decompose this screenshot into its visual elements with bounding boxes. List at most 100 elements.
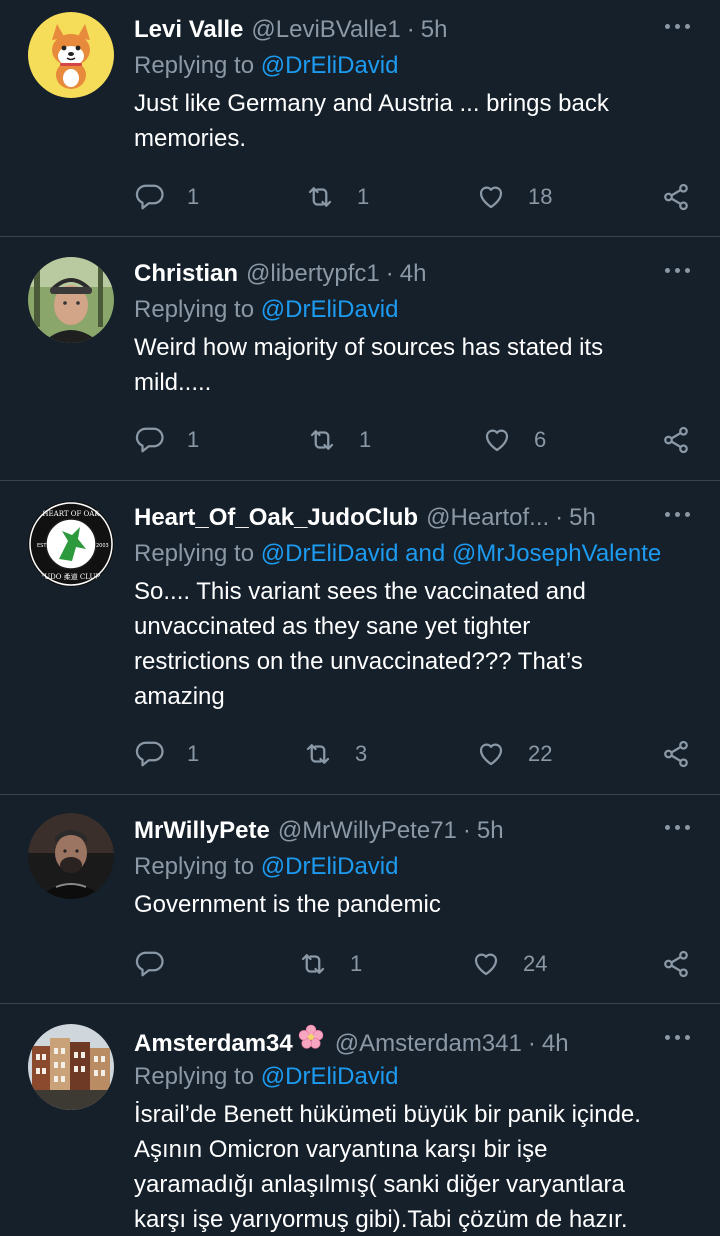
club-logo: HEART OF OAK JUDO 柔道 CLUB EST 2003 — [28, 501, 114, 587]
replying-to: Replying to @DrEliDavid — [134, 1059, 696, 1097]
tweet-text-line: karşı işe yarıyormuş gibi).Tabi çözüm de… — [134, 1206, 628, 1233]
more-icon[interactable] — [660, 1023, 696, 1053]
replying-to-label: Replying to — [134, 296, 261, 323]
retweet-button[interactable]: 3 — [303, 734, 367, 774]
retweet-button[interactable]: 1 — [298, 944, 362, 984]
retweet-icon — [301, 954, 325, 974]
tweet[interactable]: MrWillyPete @MrWillyPete71 · 5h Replying… — [0, 795, 720, 1004]
reply-count: 1 — [187, 184, 200, 209]
reply-count: 1 — [187, 741, 200, 766]
avatar[interactable] — [28, 813, 114, 899]
tweet-header: Amsterdam34 @Amsterdam341 · 4h — [134, 1023, 696, 1059]
like-count: 6 — [534, 427, 547, 452]
replying-to-label: Replying to — [134, 52, 261, 79]
author-handle[interactable]: @Heartof... — [426, 500, 549, 536]
timestamp[interactable]: 5h — [569, 500, 596, 536]
share-icon — [664, 950, 688, 978]
more-icon[interactable] — [660, 12, 696, 42]
avatar[interactable] — [28, 257, 114, 343]
reply-icon — [135, 184, 164, 210]
retweet-icon — [310, 430, 334, 450]
action-bar: 1 1 6 — [0, 420, 720, 460]
reply-button[interactable]: 1 — [135, 734, 199, 774]
separator-dot: · — [527, 1030, 536, 1057]
author-name[interactable]: Levi Valle — [134, 12, 243, 48]
tweet-text-line: Weird how majority of sources has stated… — [134, 334, 604, 361]
profile-photo — [28, 257, 114, 343]
author-name[interactable]: Amsterdam34 — [134, 1026, 293, 1062]
share-button[interactable] — [661, 420, 691, 460]
author-name[interactable]: MrWillyPete — [134, 813, 270, 849]
logo-text-right: 2003 — [96, 543, 109, 549]
timestamp[interactable]: 4h — [542, 1026, 569, 1062]
share-button[interactable] — [661, 944, 691, 984]
heart-icon — [474, 953, 498, 976]
logo-text-bottom: JUDO 柔道 CLUB — [40, 572, 100, 581]
logo-text-top: HEART OF OAK — [42, 510, 100, 518]
replying-to-label: Replying to — [134, 853, 261, 880]
more-icon[interactable] — [660, 500, 696, 530]
mention-link[interactable]: @DrEliDavid — [261, 52, 399, 79]
tweet[interactable]: Amsterdam34 @Amsterdam341 · 4h Replying … — [0, 1004, 720, 1236]
mention-link[interactable]: @DrEliDavid — [261, 1063, 399, 1090]
reply-button[interactable]: 1 — [135, 420, 199, 460]
reply-count: 1 — [187, 427, 200, 452]
like-button[interactable]: 18 — [476, 177, 552, 217]
reply-button[interactable] — [135, 944, 165, 984]
share-icon — [664, 740, 688, 768]
like-button[interactable]: 22 — [476, 734, 552, 774]
canal-houses-photo — [28, 1024, 114, 1110]
author-name[interactable]: Heart_Of_Oak_JudoClub — [134, 500, 418, 536]
tweet-header: Heart_Of_Oak_JudoClub @Heartof... · 5h — [134, 500, 696, 536]
mention-link[interactable]: @DrEliDavid — [261, 853, 399, 880]
retweet-count: 1 — [357, 184, 370, 209]
retweet-count: 1 — [359, 427, 372, 452]
mention-link[interactable]: @DrEliDavid — [261, 296, 399, 323]
tweet-text-line: memories. — [134, 125, 247, 152]
more-icon[interactable] — [660, 256, 696, 286]
tweet-header: MrWillyPete @MrWillyPete71 · 5h — [134, 813, 696, 849]
tweet-text-line: So.... This variant sees the vaccinated … — [134, 578, 586, 605]
tweet-text-line: Government is the pandemic — [134, 891, 441, 918]
author-name[interactable]: Christian — [134, 256, 238, 292]
avatar[interactable] — [28, 1024, 114, 1110]
share-button[interactable] — [661, 734, 691, 774]
reply-button[interactable]: 1 — [135, 177, 199, 217]
heart-icon — [485, 429, 509, 452]
action-bar: 1 24 — [0, 944, 720, 984]
tweet[interactable]: HEART OF OAK JUDO 柔道 CLUB EST 2003 Heart… — [0, 481, 720, 795]
author-handle[interactable]: @libertypfc1 — [246, 256, 380, 292]
author-handle[interactable]: @LeviBValle1 — [251, 12, 400, 48]
tweet-header: Levi Valle @LeviBValle1 · 5h — [134, 12, 696, 48]
like-button[interactable]: 24 — [471, 944, 547, 984]
timestamp[interactable]: 5h — [421, 12, 448, 48]
retweet-count: 3 — [355, 741, 368, 766]
tweet-text: Just like Germany and Austria ... brings… — [134, 86, 696, 156]
avatar[interactable] — [28, 12, 114, 98]
retweet-button[interactable]: 1 — [305, 177, 369, 217]
more-icon[interactable] — [660, 813, 696, 843]
separator-dot: · — [406, 16, 415, 43]
share-button[interactable] — [661, 177, 691, 217]
author-handle[interactable]: @MrWillyPete71 — [278, 813, 457, 849]
tweet[interactable]: Christian @libertypfc1 · 4h Replying to … — [0, 237, 720, 481]
tweet[interactable]: Levi Valle @LeviBValle1 · 5h Replying to… — [0, 0, 720, 237]
like-count: 18 — [528, 184, 553, 209]
timestamp[interactable]: 5h — [477, 813, 504, 849]
like-button[interactable]: 6 — [482, 420, 546, 460]
tweet-text-line: Just like Germany and Austria ... brings… — [134, 90, 609, 117]
tweet-header: Christian @libertypfc1 · 4h — [134, 256, 696, 292]
reply-icon — [135, 741, 164, 767]
replying-to-label: Replying to — [134, 540, 261, 567]
avatar[interactable]: HEART OF OAK JUDO 柔道 CLUB EST 2003 — [28, 501, 114, 587]
retweet-button[interactable]: 1 — [307, 420, 371, 460]
replying-to: Replying to @DrEliDavid — [134, 292, 696, 330]
share-icon — [664, 183, 688, 211]
timestamp[interactable]: 4h — [400, 256, 427, 292]
reply-feed: Levi Valle @LeviBValle1 · 5h Replying to… — [0, 0, 720, 1236]
like-count: 24 — [523, 951, 548, 976]
author-handle[interactable]: @Amsterdam341 — [335, 1026, 522, 1062]
mention-link[interactable]: @DrEliDavid and @MrJosephValente — [261, 540, 661, 567]
profile-photo — [28, 813, 114, 899]
tweet-text-line: restrictions on the unvaccinated??? That… — [134, 648, 583, 675]
